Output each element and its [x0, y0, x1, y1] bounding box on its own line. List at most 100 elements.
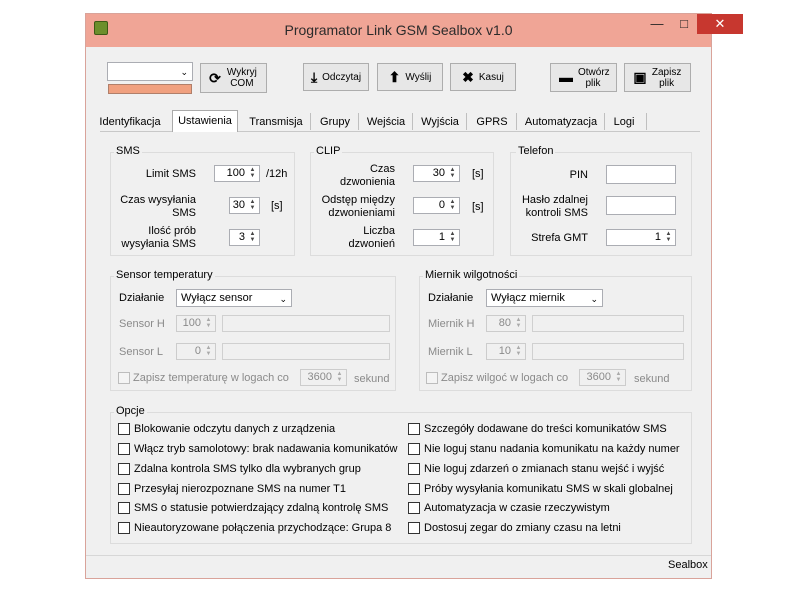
option-checkbox[interactable] — [118, 483, 130, 495]
tab-logi[interactable]: Logi — [610, 114, 638, 132]
temp-h-input[interactable]: 100 ▲ ▼ — [176, 315, 216, 332]
option-checkbox[interactable] — [118, 443, 130, 455]
temp-log-label: Zapisz temperaturę w logach co — [133, 372, 289, 384]
clip-ring-time-input[interactable]: 30 ▲ ▼ — [413, 165, 460, 182]
spinner-arrows-icon[interactable]: ▲ ▼ — [247, 167, 258, 180]
sms-limit-input[interactable]: 100 ▲ ▼ — [214, 165, 260, 182]
save-file-label: Zapisz plik — [651, 66, 682, 89]
save-file-button[interactable]: ▣ Zapisz plik — [624, 63, 691, 92]
gmt-zone-label: Strefa GMT — [531, 232, 588, 244]
tab-gprs[interactable]: GPRS — [472, 114, 512, 132]
option-label: SMS o statusie potwierdzający zdalną kon… — [134, 502, 389, 514]
spinner-arrows-icon[interactable]: ▲ ▼ — [203, 345, 214, 358]
spinner-arrows-icon[interactable]: ▲ ▼ — [663, 231, 674, 244]
humidity-h-input[interactable]: 80 ▲ ▼ — [486, 315, 526, 332]
temp-log-input[interactable]: 3600 ▲ ▼ — [300, 369, 347, 386]
option-checkbox[interactable] — [408, 463, 420, 475]
download-icon: ⤓ — [310, 68, 318, 85]
option-label: Szczegóły dodawane do treści komunikatów… — [424, 423, 667, 435]
app-icon — [94, 21, 108, 35]
detect-com-button[interactable]: ⟳ Wykryj COM — [200, 63, 267, 93]
tab-transmisja[interactable]: Transmisja — [246, 114, 306, 132]
spinner-arrows-icon[interactable]: ▲ ▼ — [334, 371, 345, 384]
temp-h-value: 100 — [182, 317, 201, 329]
temp-action-value: Wyłącz sensor — [181, 292, 253, 304]
spinner-arrows-icon[interactable]: ▲ ▼ — [513, 317, 524, 330]
spinner-arrows-icon[interactable]: ▲ ▼ — [447, 231, 458, 244]
temp-l-input[interactable]: 0 ▲ ▼ — [176, 343, 216, 360]
option-checkbox[interactable] — [118, 522, 130, 534]
spinner-arrows-icon[interactable]: ▲ ▼ — [447, 167, 458, 180]
sms-send-time-value: 30 — [232, 199, 245, 211]
tab-separator — [516, 113, 517, 130]
option-checkbox[interactable] — [408, 423, 420, 435]
title-bar[interactable]: Programator Link GSM Sealbox v1.0 — □ ✕ — [86, 14, 743, 47]
humidity-log-label: Zapisz wilgoć w logach co — [441, 372, 569, 384]
temp-l-value: 0 — [194, 345, 201, 357]
clip-ring-time-value: 30 — [432, 167, 445, 179]
minimize-button[interactable]: — — [643, 14, 671, 34]
option-checkbox[interactable] — [408, 443, 420, 455]
tab-wyjscia[interactable]: Wyjścia — [418, 114, 462, 132]
chevron-down-icon: ⌄ — [180, 67, 188, 77]
option-label: Zdalna kontrola SMS tylko dla wybranych … — [134, 463, 361, 475]
option-checkbox[interactable] — [408, 502, 420, 514]
tab-automatyzacja[interactable]: Automatyzacja — [522, 114, 600, 132]
option-checkbox[interactable] — [118, 502, 130, 514]
read-button[interactable]: ⤓ Odczytaj — [303, 63, 369, 91]
sms-tries-input[interactable]: 3 ▲ ▼ — [229, 229, 260, 246]
humidity-log-input[interactable]: 3600 ▲ ▼ — [579, 369, 626, 386]
close-button[interactable]: ✕ — [697, 14, 743, 34]
send-button[interactable]: ⬆ Wyślij — [377, 63, 443, 91]
clip-group-title: CLIP — [314, 145, 343, 157]
sms-limit-unit: /12h — [266, 168, 288, 180]
open-file-label: Otwórz plik — [578, 66, 610, 89]
pin-label: PIN — [569, 169, 588, 181]
humidity-l-value: 10 — [498, 345, 511, 357]
clip-count-input[interactable]: 1 ▲ ▼ — [413, 229, 460, 246]
maximize-button[interactable]: □ — [671, 14, 697, 34]
delete-button[interactable]: ✖ Kasuj — [450, 63, 516, 91]
sms-limit-value: 100 — [226, 167, 245, 179]
tab-ustawienia[interactable]: Ustawienia — [172, 110, 238, 132]
option-checkbox[interactable] — [408, 522, 420, 534]
open-file-button[interactable]: ▬ Otwórz plik — [550, 63, 617, 92]
temp-log-unit: sekund — [354, 373, 390, 385]
tab-grupy[interactable]: Grupy — [316, 114, 354, 132]
sms-send-time-label: Czas wysyłania SMS — [120, 194, 196, 219]
spinner-arrows-icon[interactable]: ▲ ▼ — [247, 199, 258, 212]
clip-gap-value: 0 — [438, 199, 445, 211]
remote-password-input[interactable] — [606, 196, 676, 215]
delete-label: Kasuj — [478, 71, 504, 83]
clip-ring-time-label: Czas dzwonienia — [339, 163, 395, 188]
humidity-l-input[interactable]: 10 ▲ ▼ — [486, 343, 526, 360]
spinner-arrows-icon[interactable]: ▲ ▼ — [513, 345, 524, 358]
tab-separator — [358, 113, 359, 130]
upload-icon: ⬆ — [388, 68, 401, 85]
temp-log-checkbox[interactable] — [118, 372, 130, 384]
temp-action-label: Działanie — [119, 292, 165, 304]
option-checkbox[interactable] — [118, 423, 130, 435]
tab-wejscia[interactable]: Wejścia — [364, 114, 408, 132]
spinner-arrows-icon[interactable]: ▲ ▼ — [447, 199, 458, 212]
temp-action-select[interactable]: Wyłącz sensor ⌄ — [176, 289, 292, 307]
gmt-zone-input[interactable]: 1 ▲ ▼ — [606, 229, 676, 246]
humidity-action-label: Działanie — [428, 292, 474, 304]
send-label: Wyślij — [405, 71, 432, 83]
clip-gap-input[interactable]: 0 ▲ ▼ — [413, 197, 460, 214]
option-checkbox[interactable] — [118, 463, 130, 475]
spinner-arrows-icon[interactable]: ▲ ▼ — [613, 371, 624, 384]
humidity-log-value: 3600 — [586, 371, 611, 383]
option-checkbox[interactable] — [408, 483, 420, 495]
humidity-log-checkbox[interactable] — [426, 372, 438, 384]
tab-identyfikacja[interactable]: Identyfikacja — [98, 114, 162, 132]
delete-x-icon: ✖ — [462, 68, 474, 85]
pin-input[interactable] — [606, 165, 676, 184]
spinner-arrows-icon[interactable]: ▲ ▼ — [247, 231, 258, 244]
sms-send-time-input[interactable]: 30 ▲ ▼ — [229, 197, 260, 214]
temp-l-label: Sensor L — [119, 346, 164, 358]
spinner-arrows-icon[interactable]: ▲ ▼ — [203, 317, 214, 330]
chevron-down-icon: ⌄ — [590, 294, 598, 304]
com-port-select[interactable]: ⌄ — [107, 62, 193, 81]
humidity-action-select[interactable]: Wyłącz miernik ⌄ — [486, 289, 603, 307]
